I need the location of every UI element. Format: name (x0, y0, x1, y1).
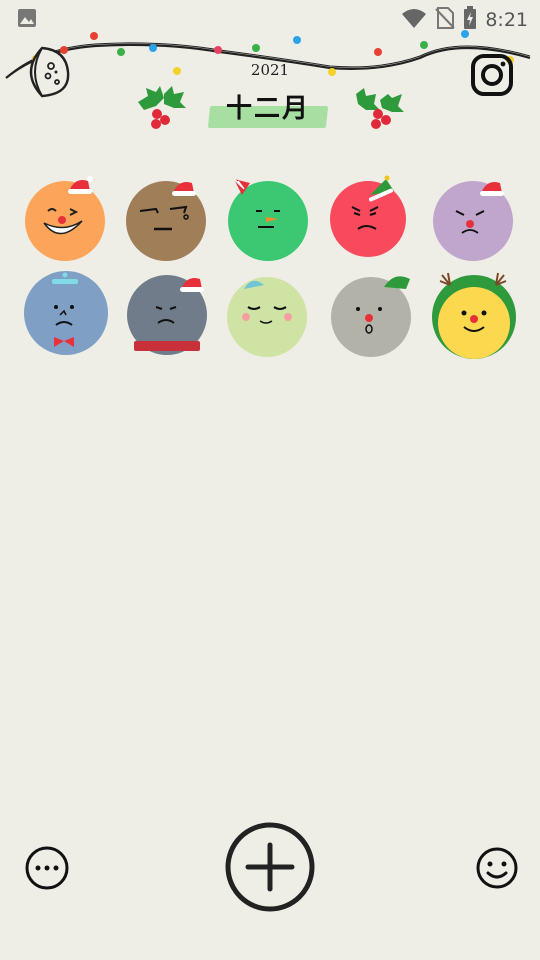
mood-brown-blank[interactable] (120, 175, 220, 271)
smiley-icon[interactable] (474, 845, 520, 891)
month-selector[interactable]: 十二月 (207, 88, 329, 128)
mood-purple-sad[interactable] (420, 175, 520, 271)
mood-yellow-happy-reindeer[interactable] (420, 271, 520, 367)
header: 2021 十二月 (0, 28, 540, 138)
mood-red-angry[interactable] (320, 175, 420, 271)
mood-green-carrot[interactable] (220, 175, 320, 271)
christmas-lights-garland (5, 30, 531, 79)
mood-lightgreen-sleepy[interactable] (220, 271, 320, 367)
mood-grid (20, 175, 520, 367)
mood-gray-sad-scarf[interactable] (120, 271, 220, 367)
more-icon[interactable] (24, 845, 70, 891)
add-icon[interactable] (224, 821, 316, 913)
holly-right-icon (356, 88, 404, 129)
month-label: 十二月 (225, 94, 310, 124)
mood-orange-laughing[interactable] (20, 175, 120, 271)
mood-blue-frowning[interactable] (20, 271, 120, 367)
moon-face-icon[interactable] (24, 44, 74, 104)
year-label: 2021 (250, 61, 290, 79)
mood-gray-surprised[interactable] (320, 271, 420, 367)
holly-left-icon (138, 86, 186, 129)
camera-icon[interactable] (470, 53, 514, 97)
